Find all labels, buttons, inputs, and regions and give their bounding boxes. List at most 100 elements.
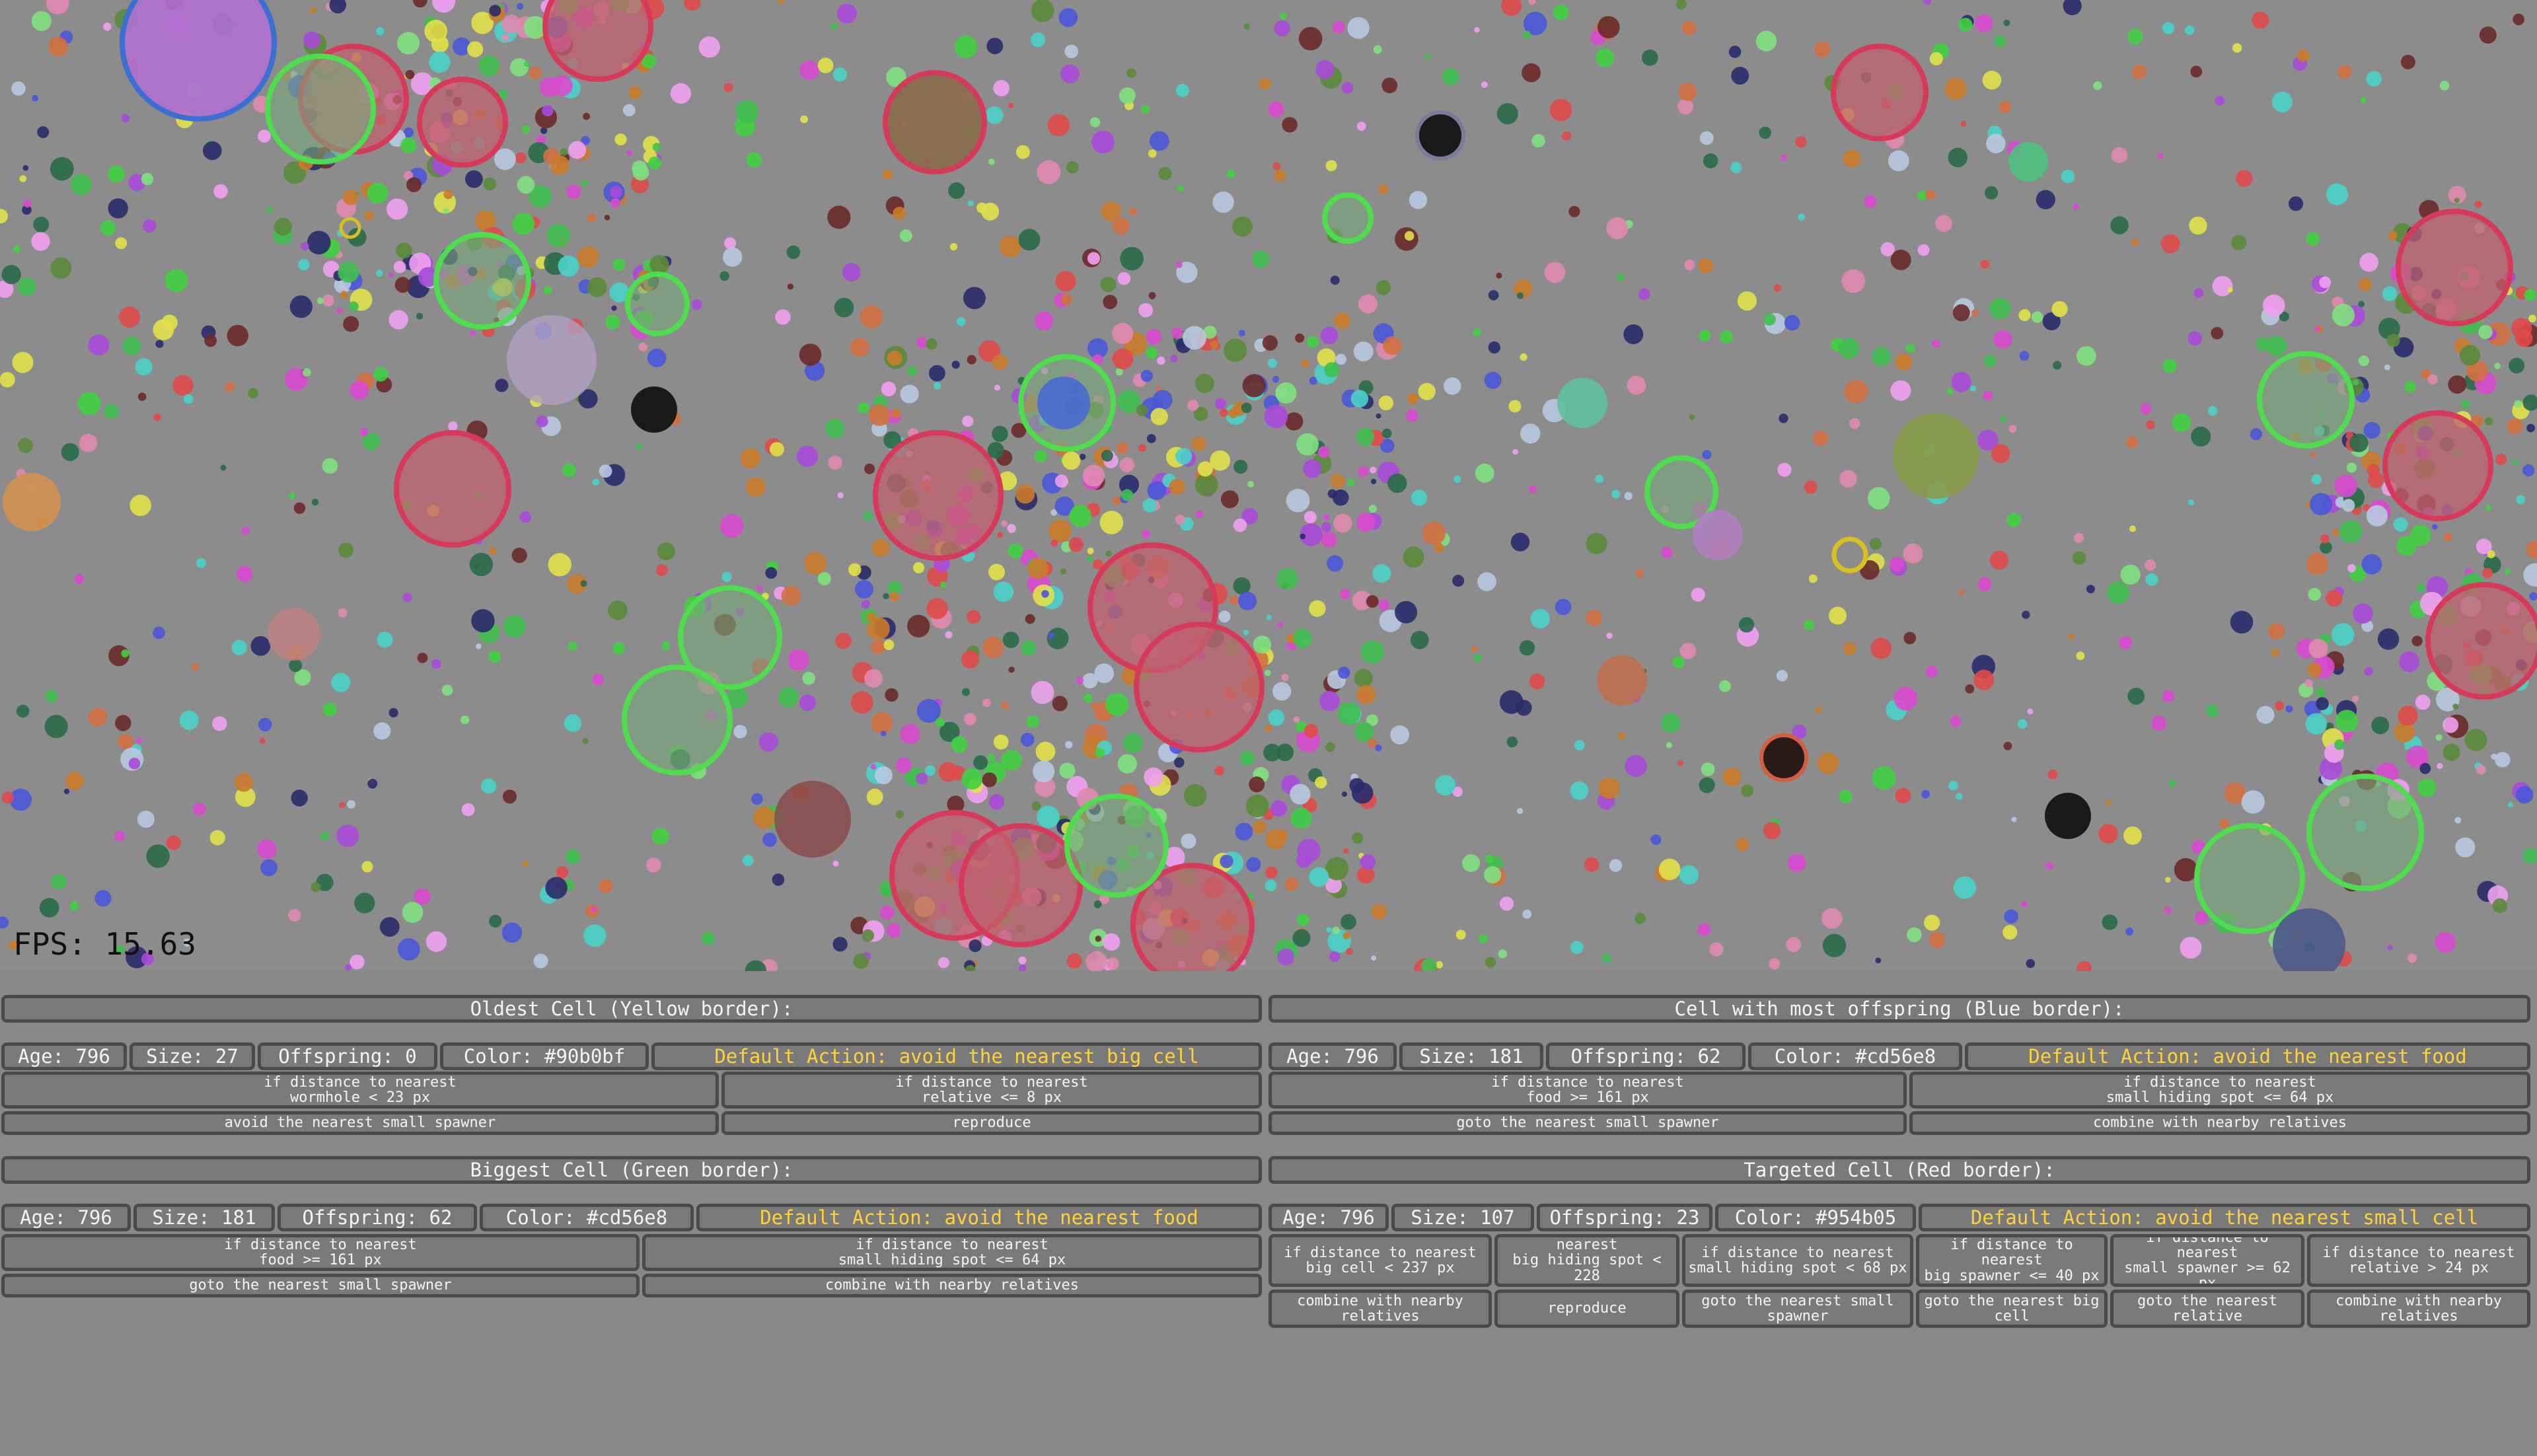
food-particle [925,765,936,776]
food-particle [2227,287,2233,293]
biggest-rule-2-action: combine with nearby relatives [642,1274,1262,1297]
food-particle [338,262,359,283]
food-particle [1050,539,1058,547]
food-particle [2262,294,2285,317]
food-particle [2271,649,2280,657]
food-particle [933,382,941,390]
food-particle [359,427,368,437]
food-particle [2051,301,2068,317]
food-particle [1923,0,1931,5]
food-particle [1544,262,1566,283]
targeted-cell-size: Size: 107 [1391,1204,1534,1231]
food-particle [1150,131,1169,151]
food-particle [1951,371,1971,392]
food-particle [899,229,912,242]
most-offspring-rule-2-action: combine with nearby relatives [1909,1111,2530,1135]
food-particle [2353,603,2373,624]
food-particle [1001,520,1008,527]
food-particle [1341,914,1356,930]
food-particle [289,295,313,318]
food-particle [837,492,844,499]
food-particle [1095,748,1105,758]
food-particle [2266,336,2287,356]
food-particle [1510,532,1530,552]
food-particle [870,764,877,770]
food-particle [373,722,391,740]
food-particle [2308,639,2328,659]
food-particle [1116,441,1128,454]
food-particle [231,639,247,655]
wormhole [631,386,677,433]
food-particle [1841,269,1866,293]
food-particle [1105,692,1128,716]
food-particle [1709,942,1724,957]
food-particle [1985,186,1999,200]
food-particle [413,0,427,8]
food-particle [568,141,587,159]
food-particle [1158,166,1172,180]
food-particle [347,800,355,809]
food-particle [651,828,669,845]
food-particle [1335,353,1346,365]
food-particle [1138,303,1153,318]
food-particle [2514,400,2522,408]
food-particle [543,285,552,295]
food-particle [2495,453,2507,466]
food-particle [2332,303,2355,327]
food-particle [17,277,36,296]
food-particle [546,223,570,248]
food-particle [1265,829,1286,850]
food-particle [1343,848,1349,854]
food-particle [1276,568,1298,590]
food-particle [2341,499,2355,512]
food-particle [288,908,301,922]
food-particle [825,419,845,439]
food-particle [581,179,589,187]
food-particle [379,917,400,937]
food-particle [1946,388,1954,395]
cell [1893,413,1979,499]
food-particle [1872,347,1892,367]
food-particle [545,877,568,899]
food-particle [1520,353,1527,361]
food-particle [1475,463,1494,483]
food-particle [765,567,778,579]
food-particle [1031,680,1054,704]
food-particle [587,213,597,223]
food-particle [193,802,206,816]
food-particle [1814,41,1831,57]
food-particle [2241,790,2265,814]
food-particle [994,384,1001,391]
food-particle [2515,785,2534,804]
food-particle [1120,246,1144,271]
food-particle [2047,769,2058,780]
food-particle [443,208,449,214]
food-particle [388,708,398,717]
food-particle [2185,25,2195,36]
food-particle [192,663,200,671]
food-particle [721,571,732,582]
food-particle [448,421,458,431]
green-bordered-cell [1322,192,1374,244]
food-particle [1616,273,1625,281]
food-particle [1112,348,1134,370]
food-particle [1068,537,1084,552]
food-particle [2256,706,2275,724]
food-particle [611,305,617,311]
food-particle [719,271,729,281]
food-particle [1065,741,1073,749]
food-particle [1983,390,1993,401]
food-particle [1691,587,1705,602]
food-particle [2031,311,2043,323]
food-particle [692,299,702,310]
food-particle [1060,568,1066,575]
food-particle [1274,169,1286,182]
food-particle [657,542,675,561]
food-particle [1672,656,1685,669]
food-particle [2415,694,2431,710]
food-particle [1015,484,1035,504]
simulation-canvas[interactable]: FPS: 15.63 [0,0,2537,971]
food-particle [1175,83,1189,97]
food-particle [1986,133,2006,154]
biggest-cell-color: Color: #cd56e8 [480,1204,694,1231]
